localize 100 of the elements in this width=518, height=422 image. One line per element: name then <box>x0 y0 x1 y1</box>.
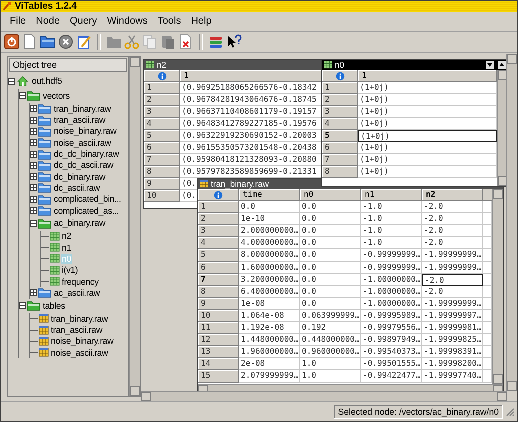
expander-toggle[interactable] <box>8 78 15 85</box>
row-header[interactable]: 5 <box>144 130 180 142</box>
maximize-button[interactable] <box>498 61 506 69</box>
help-cursor-icon[interactable] <box>226 34 242 50</box>
row-header[interactable]: 7 <box>198 274 239 286</box>
books-icon[interactable] <box>208 34 224 50</box>
tree-item[interactable]: tables <box>42 300 66 311</box>
tree-item[interactable]: n2 <box>61 231 72 242</box>
tree-item[interactable]: frequency <box>61 276 100 287</box>
row-header[interactable]: 13 <box>198 346 239 358</box>
tree-item[interactable]: i(v1) <box>61 265 80 276</box>
tree-item[interactable]: dc_dc_binary.raw <box>53 149 120 160</box>
tree-item[interactable]: tran_binary.raw <box>53 104 112 114</box>
scrollbar[interactable] <box>497 70 506 186</box>
row-header[interactable]: 12 <box>198 334 239 346</box>
tree-item[interactable]: dc_dc_ascii.raw <box>53 160 115 170</box>
expander-toggle[interactable] <box>19 302 26 310</box>
column-header[interactable]: time <box>239 189 300 202</box>
menu-item[interactable]: File <box>5 16 32 27</box>
expander-toggle[interactable] <box>30 162 37 169</box>
tree-item[interactable]: n1 <box>61 242 72 253</box>
row-header[interactable]: 8 <box>198 286 239 298</box>
scrollbar[interactable] <box>506 54 517 391</box>
row-header[interactable]: 9 <box>144 178 180 190</box>
scrollbar[interactable] <box>129 57 140 396</box>
row-header[interactable]: 10 <box>144 190 180 202</box>
folder-icon[interactable] <box>40 34 56 50</box>
expander-toggle[interactable] <box>30 184 37 192</box>
row-header[interactable]: 1 <box>322 82 358 94</box>
row-header[interactable]: 4 <box>198 237 239 250</box>
expander-toggle[interactable] <box>30 289 37 296</box>
menu-item[interactable]: Windows <box>102 16 153 27</box>
power-icon[interactable] <box>4 34 20 50</box>
column-header[interactable]: n2 <box>422 189 483 202</box>
tree-item[interactable]: dc_binary.raw <box>53 172 107 182</box>
row-header[interactable]: 2 <box>322 94 358 106</box>
tree-item[interactable]: tran_ascii.raw <box>50 325 104 336</box>
row-header[interactable]: 6 <box>198 262 239 274</box>
row-header[interactable]: 5 <box>322 130 358 142</box>
scrollbar[interactable] <box>141 391 507 401</box>
row-header[interactable]: 5 <box>198 249 239 262</box>
row-header[interactable]: 3 <box>144 106 180 118</box>
expander-toggle[interactable] <box>30 128 37 135</box>
tree-item[interactable]: noise_binary.raw <box>50 336 115 346</box>
tree-item[interactable]: ac_ascii.raw <box>53 288 102 298</box>
row-header[interactable]: 2 <box>144 94 180 106</box>
menu-item[interactable]: Query <box>65 16 102 27</box>
expander-toggle[interactable] <box>30 207 37 214</box>
row-header[interactable]: 9 <box>198 298 239 310</box>
edit-icon[interactable] <box>76 34 92 50</box>
expander-toggle[interactable] <box>30 173 37 180</box>
row-header[interactable]: 8 <box>322 166 358 178</box>
row-header[interactable]: 7 <box>144 154 180 166</box>
info-icon[interactable] <box>214 190 223 200</box>
row-header[interactable]: 7 <box>322 154 358 166</box>
tree-item[interactable]: noise_binary.raw <box>53 126 118 136</box>
tree-item[interactable]: tran_binary.raw <box>50 314 109 324</box>
tree-item[interactable]: noise_ascii.raw <box>50 348 110 358</box>
column-header[interactable] <box>483 189 492 202</box>
row-header[interactable]: 1 <box>144 82 180 94</box>
row-header[interactable]: 4 <box>322 118 358 130</box>
expander-toggle[interactable] <box>30 150 37 158</box>
expander-toggle[interactable] <box>19 92 26 100</box>
expander-toggle[interactable] <box>30 139 37 146</box>
tree-item[interactable]: dc_ascii.raw <box>53 182 102 193</box>
row-header[interactable]: 6 <box>322 142 358 154</box>
menu-item[interactable]: Help <box>186 16 217 27</box>
expander-toggle[interactable] <box>30 116 37 124</box>
tree-item[interactable]: vectors <box>42 90 71 101</box>
row-header[interactable]: 15 <box>198 370 239 382</box>
column-header[interactable]: n0 <box>300 189 361 202</box>
menu-item[interactable]: Tools <box>152 16 186 27</box>
expander-toggle[interactable] <box>30 196 37 203</box>
tree-item[interactable]: ac_binary.raw <box>53 218 107 228</box>
row-header[interactable]: 10 <box>198 310 239 322</box>
scrollbar[interactable] <box>492 189 503 384</box>
delete-icon[interactable] <box>178 34 194 50</box>
expander-toggle[interactable] <box>30 105 37 112</box>
row-header[interactable]: 2 <box>198 213 239 226</box>
column-header[interactable]: 1 <box>358 70 497 82</box>
row-header[interactable]: 14 <box>198 358 239 370</box>
tree-item[interactable]: complicated_as... <box>53 206 120 216</box>
paste-icon[interactable] <box>160 34 176 50</box>
row-header[interactable]: 4 <box>144 118 180 130</box>
close-icon[interactable] <box>58 34 74 50</box>
menu-item[interactable]: Node <box>31 16 66 27</box>
tree-item[interactable]: out.hdf5 <box>31 76 64 86</box>
minimize-button[interactable] <box>486 61 494 69</box>
row-header[interactable]: 6 <box>144 142 180 154</box>
scrollbar[interactable] <box>198 384 503 391</box>
tree-item[interactable]: tran_ascii.raw <box>53 115 106 126</box>
expander-toggle[interactable] <box>30 220 37 227</box>
column-header[interactable]: n1 <box>361 189 422 202</box>
row-header[interactable]: 3 <box>322 106 358 118</box>
info-icon[interactable] <box>158 72 166 80</box>
info-icon[interactable] <box>336 72 344 80</box>
row-header[interactable]: 11 <box>198 322 239 334</box>
row-header[interactable]: 3 <box>198 225 239 238</box>
tree-item[interactable]: noise_ascii.raw <box>53 138 112 148</box>
tree-item[interactable]: complicated_bin... <box>53 194 122 204</box>
